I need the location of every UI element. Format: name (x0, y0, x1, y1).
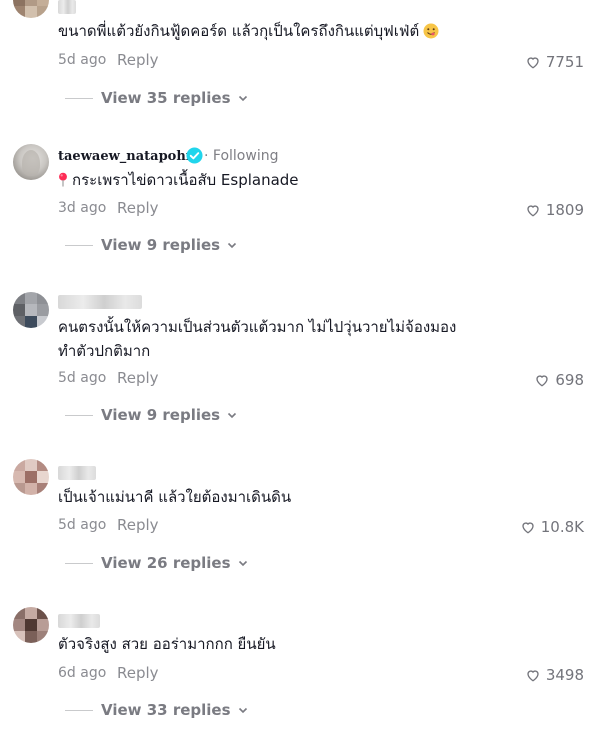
view-replies-button[interactable]: View 35 replies (65, 89, 249, 107)
chevron-down-icon (238, 95, 247, 102)
avatar[interactable] (13, 292, 49, 328)
avatar[interactable] (13, 607, 49, 643)
view-replies-label: View 35 replies (101, 89, 231, 107)
like-button[interactable]: 1809 (525, 201, 584, 219)
chevron-down-icon (238, 560, 247, 567)
chevron-down-icon (238, 707, 247, 714)
heart-icon (527, 670, 539, 682)
reply-button[interactable]: Reply (117, 199, 159, 217)
heart-icon (527, 205, 539, 217)
following-status: · Following (204, 148, 279, 164)
like-count: 10.8K (540, 518, 584, 536)
view-replies-button[interactable]: View 9 replies (65, 236, 238, 254)
comment-time: 5d ago (58, 370, 107, 386)
like-button[interactable]: 698 (534, 371, 584, 389)
comment-time: 5d ago (58, 52, 107, 68)
username-blurred[interactable] (58, 295, 142, 309)
like-count: 698 (555, 371, 584, 389)
like-count: 1809 (545, 201, 584, 219)
like-button[interactable]: 10.8K (520, 518, 584, 536)
heart-icon (527, 57, 539, 69)
view-replies-label: View 9 replies (101, 406, 221, 424)
comment-text: คนตรงนั้นให้ความเป็นส่วนตัวแต้วมาก ไม่ไป… (58, 318, 457, 360)
divider (65, 414, 93, 416)
face-savoring-food-icon (423, 23, 439, 39)
like-count: 3498 (545, 666, 584, 684)
comment-text: เป็นเจ้าแม่นาคี แล้วใยต้องมาเดินดิน (58, 488, 292, 506)
divider (65, 244, 93, 246)
heart-icon (522, 522, 534, 534)
view-replies-label: View 26 replies (101, 554, 231, 572)
avatar[interactable] (13, 0, 49, 18)
avatar[interactable] (13, 144, 49, 180)
like-button[interactable]: 7751 (525, 53, 584, 71)
comment-time: 3d ago (58, 200, 107, 216)
reply-button[interactable]: Reply (117, 369, 159, 387)
like-count: 7751 (545, 53, 584, 71)
round-pushpin-icon (59, 172, 67, 187)
divider (65, 97, 93, 99)
view-replies-button[interactable]: View 33 replies (65, 701, 249, 719)
view-replies-label: View 9 replies (101, 236, 221, 254)
username-blurred[interactable] (58, 0, 76, 14)
comment-text: ขนาดพี่แต้วยังกินฟู้ดคอร์ด แล้วกุเป็นใคร… (58, 19, 498, 43)
divider (65, 709, 93, 711)
comment-time: 6d ago (58, 665, 107, 681)
avatar[interactable] (13, 459, 49, 495)
view-replies-label: View 33 replies (101, 701, 231, 719)
username[interactable]: taewaew_natapohn (58, 149, 195, 164)
comment-text: กระเพราไข่ดาวเนื้อสับ Esplanade (58, 168, 498, 192)
username-blurred[interactable] (58, 466, 96, 480)
view-replies-button[interactable]: View 9 replies (65, 406, 238, 424)
like-button[interactable]: 3498 (525, 666, 584, 684)
comment-text: ตัวจริงสูง สวย ออร่ามากกก ยืนยัน (58, 635, 276, 653)
verified-badge-icon (186, 147, 203, 164)
reply-button[interactable]: Reply (117, 516, 159, 534)
comment-time: 5d ago (58, 517, 107, 533)
chevron-down-icon (228, 242, 237, 249)
heart-icon (536, 375, 549, 387)
divider (65, 562, 93, 564)
view-replies-button[interactable]: View 26 replies (65, 554, 249, 572)
reply-button[interactable]: Reply (117, 664, 159, 682)
reply-button[interactable]: Reply (117, 51, 159, 69)
chevron-down-icon (228, 412, 237, 419)
username-blurred[interactable] (58, 614, 100, 628)
